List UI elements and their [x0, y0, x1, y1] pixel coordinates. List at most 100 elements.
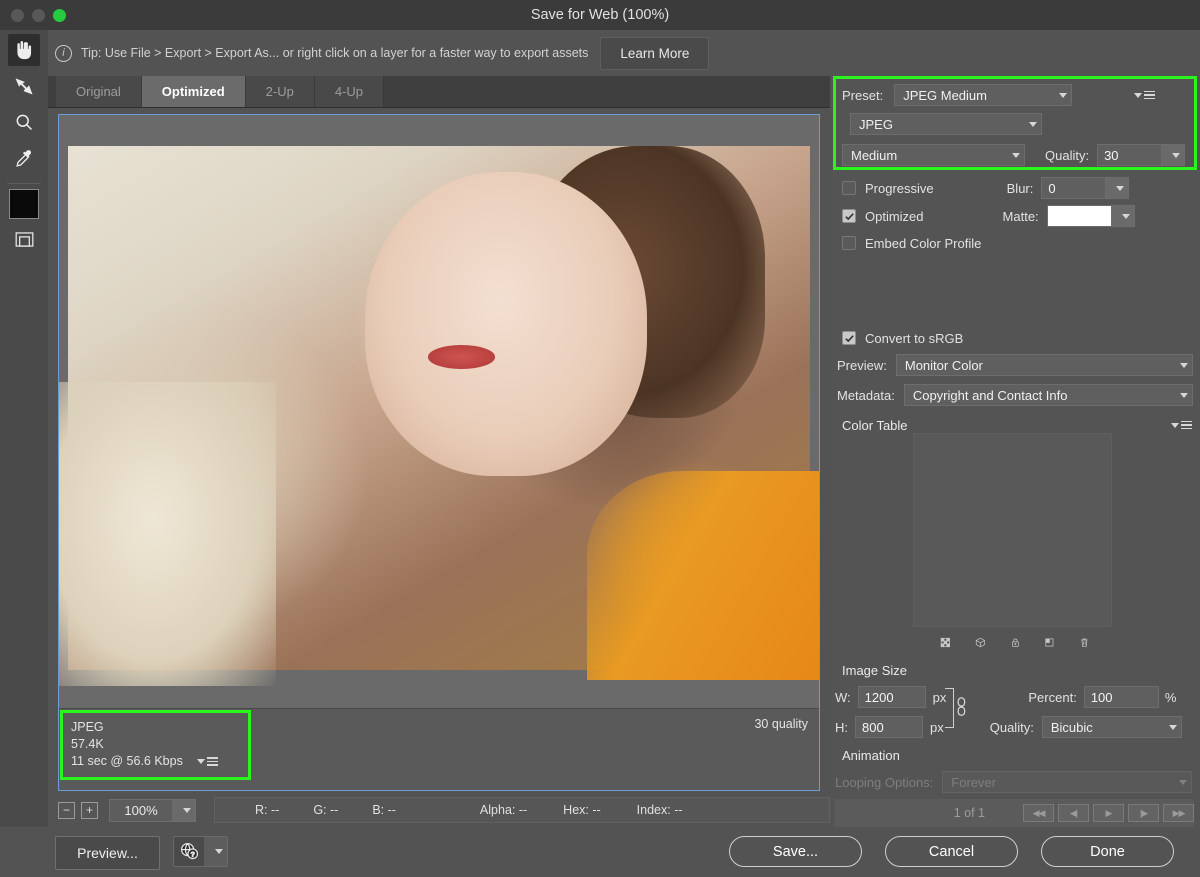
preview-image: [68, 146, 810, 670]
toggle-slices-visibility-button[interactable]: [8, 223, 40, 255]
tip-text: Tip: Use File > Export > Export As... or…: [81, 46, 588, 60]
preview-image-background: [58, 382, 276, 686]
preset-value: JPEG Medium: [903, 88, 987, 103]
view-mode-tabs: Original Optimized 2-Up 4-Up: [48, 76, 830, 108]
hand-tool[interactable]: [8, 34, 40, 66]
optimized-checkbox[interactable]: [842, 209, 856, 223]
blur-input[interactable]: 0: [1041, 177, 1106, 199]
readout-b: B: --: [372, 803, 396, 817]
height-input[interactable]: 800: [855, 716, 923, 738]
info-icon: i: [55, 45, 72, 62]
done-button[interactable]: Done: [1041, 836, 1174, 867]
quality-input[interactable]: 30: [1097, 144, 1162, 166]
preview-area: Original Optimized 2-Up 4-Up JPEG 57.4K …: [48, 76, 830, 827]
status-readout-bar: − + 100% R: -- G: -- B: -- Alpha: -- Hex…: [58, 793, 830, 827]
compression-quality-select[interactable]: Medium: [842, 144, 1025, 166]
zoom-button[interactable]: [53, 9, 66, 22]
frame-navigation-bar: 1 of 1 ◀◀ ◀| ▶ |▶ ▶▶: [835, 799, 1194, 827]
preview-image-face: [365, 172, 647, 476]
svg-text:?: ?: [190, 851, 194, 858]
percent-label: Percent:: [1028, 690, 1076, 705]
file-format-value: JPEG: [859, 117, 893, 132]
first-frame-button: ◀◀: [1023, 804, 1054, 822]
optimization-info-panel: JPEG 57.4K 11 sec @ 56.6 Kbps 30 quality: [59, 708, 819, 790]
progressive-checkbox[interactable]: [842, 181, 856, 195]
preview-select[interactable]: Monitor Color: [896, 354, 1193, 376]
previous-frame-button: ◀|: [1058, 804, 1089, 822]
link-icon: [955, 696, 968, 718]
matte-dropdown[interactable]: [1112, 205, 1135, 227]
color-table-swatches[interactable]: [913, 433, 1112, 627]
optimized-preview-canvas[interactable]: JPEG 57.4K 11 sec @ 56.6 Kbps 30 quality: [58, 114, 820, 791]
color-table-title: Color Table: [842, 418, 908, 433]
width-input[interactable]: 1200: [858, 686, 926, 708]
width-label: W:: [835, 690, 851, 705]
browser-preview-group[interactable]: ?: [173, 836, 228, 867]
compression-quality-value: Medium: [851, 148, 897, 163]
preset-options-menu-icon[interactable]: [1134, 91, 1155, 100]
foreground-color-swatch[interactable]: [9, 189, 39, 219]
zoom-out-button[interactable]: −: [58, 802, 75, 819]
resample-quality-select[interactable]: Bicubic: [1042, 716, 1182, 738]
preset-select[interactable]: JPEG Medium: [894, 84, 1072, 106]
dialog-footer: Preview... ? Save... Cancel Done: [0, 827, 1200, 877]
last-frame-button: ▶▶: [1163, 804, 1194, 822]
file-info-highlight-box[interactable]: JPEG 57.4K 11 sec @ 56.6 Kbps: [60, 710, 251, 780]
browser-preview-dropdown[interactable]: [204, 837, 227, 866]
save-button[interactable]: Save...: [729, 836, 862, 867]
close-button[interactable]: [11, 9, 24, 22]
zoom-in-button[interactable]: +: [81, 802, 98, 819]
quality-stepper[interactable]: [1162, 144, 1185, 166]
constrain-proportions-link[interactable]: [945, 684, 971, 732]
looping-options-select: Forever: [942, 771, 1192, 793]
tip-bar: i Tip: Use File > Export > Export As... …: [0, 30, 1200, 76]
preview-image-scarf: [587, 471, 820, 681]
matte-color-swatch[interactable]: [1047, 205, 1112, 227]
tab-4up[interactable]: 4-Up: [315, 76, 384, 107]
embed-color-profile-checkbox[interactable]: [842, 236, 856, 250]
transparency-icon[interactable]: [940, 634, 951, 651]
color-readout-fields: R: -- G: -- B: -- Alpha: -- Hex: -- Inde…: [214, 797, 830, 823]
minimize-button[interactable]: [32, 9, 45, 22]
next-frame-button: |▶: [1128, 804, 1159, 822]
blur-stepper[interactable]: [1106, 177, 1129, 199]
toolbar-divider: [7, 183, 41, 184]
learn-more-button[interactable]: Learn More: [600, 37, 709, 70]
looping-options-value: Forever: [951, 775, 996, 790]
tab-original[interactable]: Original: [56, 76, 142, 107]
preview-image-lips: [428, 345, 495, 369]
percent-unit: %: [1165, 690, 1177, 705]
readout-hex: Hex: --: [563, 803, 601, 817]
chevron-down-icon[interactable]: [172, 800, 195, 821]
tab-2up[interactable]: 2-Up: [246, 76, 315, 107]
readout-index: Index: --: [637, 803, 683, 817]
eyedropper-tool[interactable]: [8, 142, 40, 174]
delete-icon[interactable]: [1079, 634, 1090, 651]
zoom-tool[interactable]: [8, 106, 40, 138]
preview-button[interactable]: Preview...: [55, 836, 160, 870]
lock-icon[interactable]: [1010, 634, 1021, 651]
window-traffic-lights: [0, 9, 66, 22]
file-format-select[interactable]: JPEG: [850, 113, 1042, 135]
web-shift-icon[interactable]: [975, 634, 986, 651]
zoom-level-value: 100%: [110, 803, 172, 818]
slice-select-tool[interactable]: [8, 70, 40, 102]
metadata-select[interactable]: Copyright and Contact Info: [904, 384, 1193, 406]
browser-preview-icon[interactable]: ?: [174, 842, 204, 861]
preview-options-menu-icon[interactable]: [197, 757, 218, 766]
cancel-button[interactable]: Cancel: [885, 836, 1018, 867]
readout-r: R: --: [255, 803, 279, 817]
tab-optimized[interactable]: Optimized: [142, 76, 246, 107]
color-table-menu-icon[interactable]: [1171, 421, 1192, 430]
color-table-toolbar: [940, 634, 1090, 651]
new-color-icon[interactable]: [1044, 634, 1055, 651]
height-label: H:: [835, 720, 848, 735]
optimized-label: Optimized: [865, 209, 924, 224]
metadata-label: Metadata:: [837, 388, 895, 403]
percent-input[interactable]: 100: [1084, 686, 1159, 708]
file-size-text: 57.4K: [71, 736, 240, 753]
convert-srgb-checkbox[interactable]: [842, 331, 856, 345]
play-button: ▶: [1093, 804, 1124, 822]
image-size-title: Image Size: [842, 663, 907, 678]
zoom-level-select[interactable]: 100%: [109, 799, 196, 822]
